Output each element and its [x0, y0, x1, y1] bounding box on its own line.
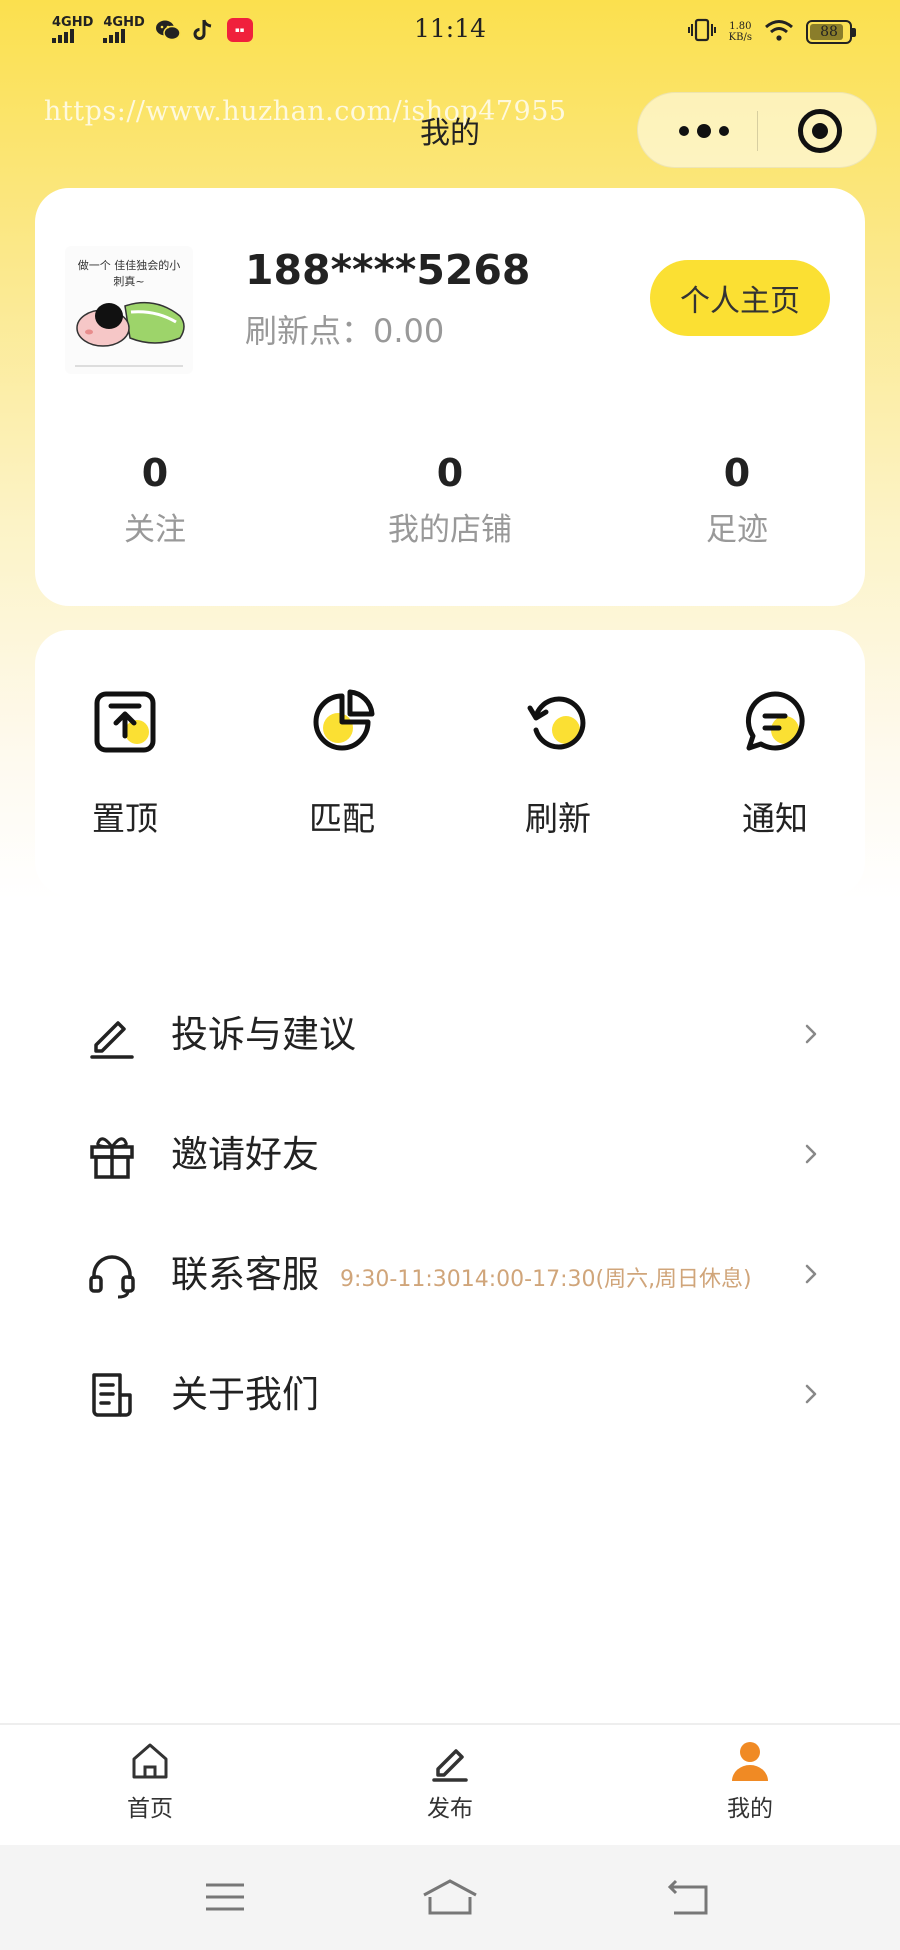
close-miniprogram-button[interactable]	[798, 109, 842, 153]
tab-label: 我的	[727, 1796, 773, 1822]
chevron-right-icon	[805, 1144, 817, 1164]
system-home-icon[interactable]	[420, 1875, 480, 1919]
stat-footprint[interactable]: 0 足迹	[617, 450, 857, 549]
chevron-right-icon	[805, 1024, 817, 1044]
stat-following[interactable]: 0 关注	[35, 450, 275, 549]
gift-icon	[90, 1137, 134, 1179]
action-label: 置顶	[92, 799, 158, 838]
miniprogram-capsule	[637, 92, 877, 168]
action-label: 刷新	[525, 799, 591, 838]
user-phone: 188****5268	[245, 246, 531, 294]
capsule-divider	[757, 111, 758, 151]
edit-icon	[90, 1021, 134, 1059]
quick-actions-card: 置顶 匹配 刷新 通知	[35, 630, 865, 896]
chevron-right-icon	[805, 1264, 817, 1284]
action-label: 匹配	[309, 799, 375, 838]
more-dot	[719, 126, 729, 136]
stat-label: 我的店铺	[388, 512, 512, 548]
battery-level: 88	[820, 24, 838, 40]
more-dot	[679, 126, 689, 136]
stat-value: 0	[723, 451, 751, 495]
speed-unit: KB/s	[728, 32, 752, 43]
menu-label: 联系客服	[171, 1253, 319, 1296]
publish-icon	[432, 1749, 468, 1782]
personal-homepage-button[interactable]: 个人主页	[650, 260, 830, 336]
network-speed: 1.80 KB/s	[729, 21, 752, 43]
menu-about-us[interactable]: 关于我们	[0, 1335, 900, 1455]
system-navigation-bar	[0, 1845, 900, 1950]
avatar[interactable]: 做一个 佳佳独会的小刺真~	[65, 246, 193, 374]
refresh-icon	[527, 696, 586, 750]
menu-icon[interactable]	[200, 1875, 250, 1919]
document-icon	[92, 1373, 132, 1417]
action-match[interactable]: 匹配	[252, 686, 432, 840]
home-icon	[132, 1743, 168, 1779]
battery-icon: 88	[806, 20, 856, 44]
menu-label: 关于我们	[171, 1373, 319, 1416]
status-right: 1.80 KB/s 88	[687, 18, 856, 46]
action-refresh[interactable]: 刷新	[468, 686, 648, 840]
tab-label: 发布	[427, 1796, 473, 1822]
wifi-icon	[764, 18, 794, 46]
pie-chart-icon	[313, 689, 375, 751]
headset-icon	[89, 1255, 135, 1299]
action-label: 通知	[742, 799, 808, 838]
profile-card: 做一个 佳佳独会的小刺真~ 188****5268 刷新点：0.00 个人主页 …	[35, 188, 865, 606]
stat-value: 0	[141, 451, 169, 495]
action-notify[interactable]: 通知	[685, 686, 865, 840]
menu-label: 投诉与建议	[171, 1013, 356, 1056]
service-hours: 9:30-11:3014:00-17:30(周六,周日休息)	[340, 1267, 752, 1292]
bottom-tab-bar: 首页 发布 我的	[0, 1723, 900, 1847]
message-icon	[745, 691, 805, 751]
stat-value: 0	[436, 451, 464, 495]
tab-label: 首页	[127, 1796, 173, 1822]
back-icon[interactable]	[662, 1875, 712, 1919]
action-pin-top[interactable]: 置顶	[35, 686, 215, 840]
tab-publish[interactable]: 发布	[370, 1739, 530, 1823]
menu-invite-friends[interactable]: 邀请好友	[0, 1095, 900, 1215]
chevron-right-icon	[805, 1384, 817, 1404]
menu-label: 邀请好友	[171, 1133, 319, 1176]
menu-complaint-suggestion[interactable]: 投诉与建议	[0, 975, 900, 1095]
stat-label: 足迹	[706, 512, 768, 548]
status-bar: 4GHD 4GHD ▪▪ 11:14 1.80 KB/s 88	[0, 0, 900, 66]
stat-label: 关注	[124, 512, 186, 548]
menu-contact-support[interactable]: 联系客服 9:30-11:3014:00-17:30(周六,周日休息)	[0, 1215, 900, 1335]
tab-mine[interactable]: 我的	[670, 1739, 830, 1823]
stat-my-shop[interactable]: 0 我的店铺	[330, 450, 570, 549]
speed-value: 1.80	[729, 21, 752, 32]
vibrate-icon	[687, 18, 717, 46]
more-dot	[697, 124, 711, 138]
avatar-illustration	[75, 301, 185, 367]
pin-top-icon	[94, 691, 156, 753]
more-options-button[interactable]	[674, 111, 734, 151]
tab-home[interactable]: 首页	[70, 1739, 230, 1823]
refresh-points: 刷新点：0.00	[245, 312, 445, 350]
user-icon	[732, 1742, 768, 1781]
